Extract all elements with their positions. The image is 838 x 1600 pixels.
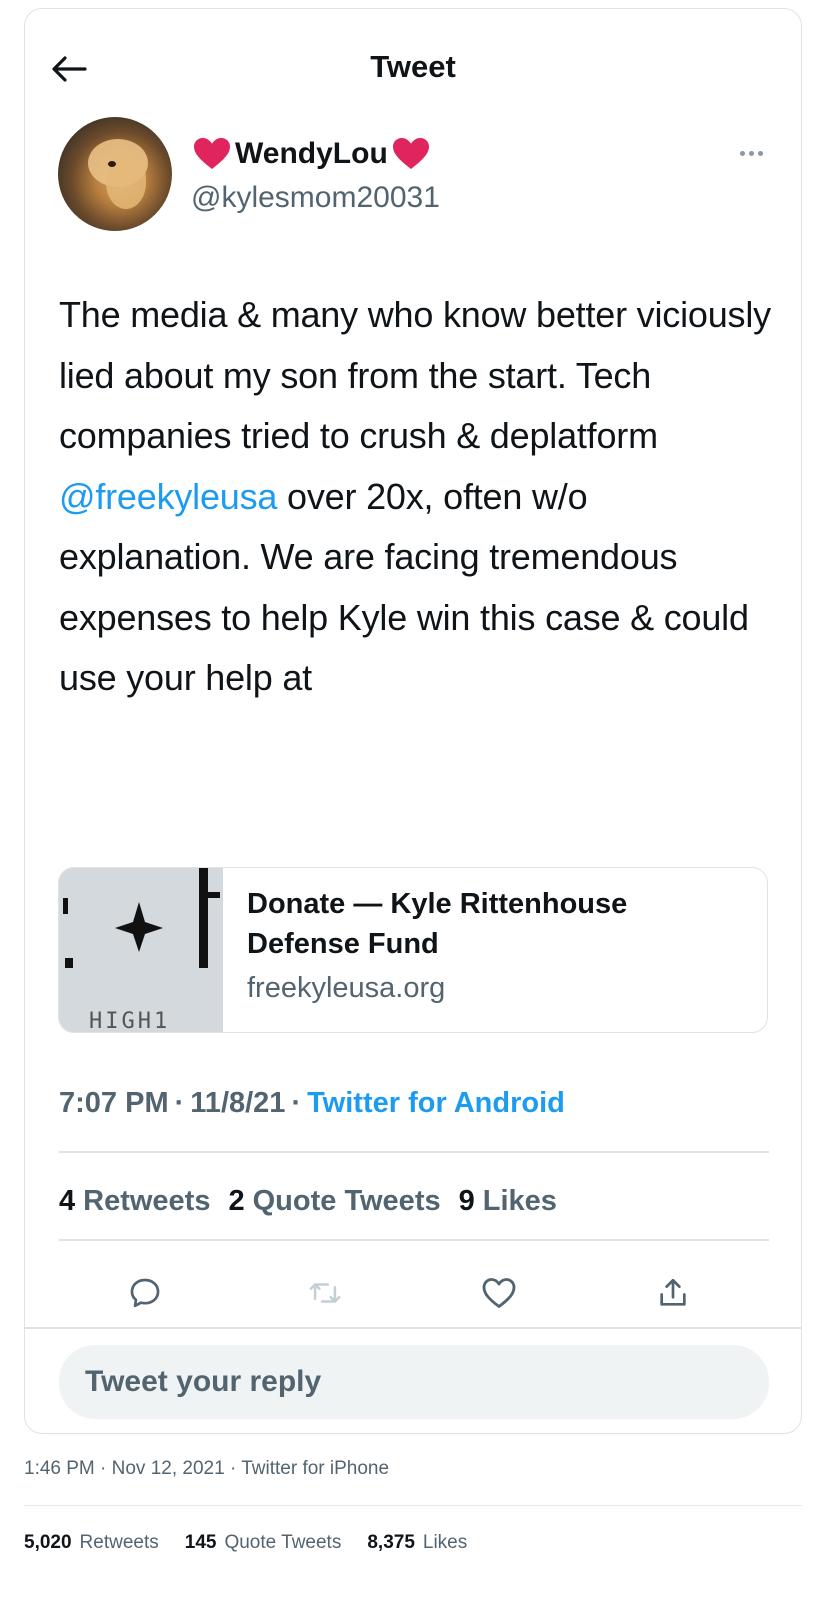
outer-retweets-count: 5,020 — [24, 1532, 72, 1553]
thumbnail-graphic: HIGH1 — [59, 868, 223, 1033]
reply-input[interactable]: Tweet your reply — [59, 1345, 769, 1419]
avatar-dog-eye — [108, 161, 116, 167]
divider — [59, 1151, 769, 1153]
outer-quote-tweets-stat[interactable]: 145 Quote Tweets — [185, 1532, 342, 1554]
like-icon — [482, 1278, 516, 1308]
like-button[interactable] — [475, 1269, 523, 1317]
author-name-row[interactable]: WendyLou — [193, 137, 430, 171]
engagement-stats: 4 Retweets 2 Quote Tweets 9 Likes — [59, 1185, 557, 1218]
avatar[interactable] — [58, 117, 172, 231]
thumbnail-text: HIGH1 — [89, 1009, 170, 1033]
divider — [59, 1239, 769, 1241]
tweet-header: Tweet — [25, 9, 801, 113]
share-icon — [660, 1278, 686, 1306]
more-dots-icon-dot — [757, 150, 763, 156]
red-heart-icon — [194, 138, 230, 169]
reply-icon — [130, 1278, 160, 1308]
more-dots-icon-dot — [748, 150, 754, 156]
likes-label: Likes — [482, 1185, 557, 1217]
outer-divider — [24, 1505, 802, 1506]
link-title: Donate — Kyle Rittenhouse Defense Fund — [247, 888, 628, 960]
tweet-text: The media & many who know better vicious… — [59, 285, 779, 709]
outer-retweets-label: Retweets — [79, 1532, 159, 1553]
link-text: Donate — Kyle Rittenhouse Defense Fund f… — [223, 868, 767, 1032]
quote-tweets-stat[interactable]: 2 Quote Tweets — [228, 1185, 440, 1218]
outer-quotes-label: Quote Tweets — [224, 1532, 342, 1553]
page-title: Tweet — [370, 49, 456, 84]
author-display-name: WendyLou — [235, 137, 388, 170]
outer-likes-stat[interactable]: 8,375 Likes — [367, 1532, 467, 1554]
reply-button[interactable] — [121, 1269, 169, 1317]
action-bar — [25, 1265, 801, 1321]
meta-separator: · — [174, 1087, 185, 1119]
outer-engagement-stats: 5,020 Retweets 145 Quote Tweets 8,375 Li… — [24, 1532, 467, 1554]
retweet-button[interactable] — [301, 1269, 349, 1317]
reply-divider — [25, 1327, 801, 1329]
retweets-count: 4 — [59, 1185, 76, 1217]
tweet-source-link[interactable]: Twitter for Android — [307, 1087, 565, 1120]
link-preview-card[interactable]: HIGH1 Donate — Kyle Rittenhouse Defense … — [58, 867, 768, 1033]
meta-separator: · — [291, 1087, 302, 1119]
retweets-stat[interactable]: 4 Retweets — [59, 1185, 210, 1218]
retweet-icon — [309, 1283, 341, 1303]
tweet-date[interactable]: 11/8/21 — [190, 1087, 285, 1120]
retweets-label: Retweets — [83, 1185, 211, 1217]
more-options-button[interactable] — [731, 143, 771, 163]
tweet-text-before: The media & many who know better vicious… — [59, 294, 771, 456]
outer-likes-count: 8,375 — [367, 1532, 415, 1553]
tweet-time[interactable]: 7:07 PM — [59, 1087, 169, 1120]
likes-count: 9 — [458, 1185, 475, 1217]
link-domain: freekyleusa.org — [247, 972, 446, 1004]
outer-tweet-meta: 1:46 PM · Nov 12, 2021 · Twitter for iPh… — [24, 1458, 390, 1479]
mention-link[interactable]: @freekyleusa — [59, 476, 277, 517]
tweet-card: Tweet WendyLou @kylesmom20031 The media … — [24, 8, 802, 1434]
more-dots-icon — [739, 150, 745, 156]
author-handle[interactable]: @kylesmom20031 — [191, 181, 440, 215]
quotes-label: Quote Tweets — [252, 1185, 441, 1217]
link-thumbnail: HIGH1 — [59, 868, 223, 1032]
outer-retweets-stat[interactable]: 5,020 Retweets — [24, 1532, 159, 1554]
outer-quotes-count: 145 — [184, 1532, 217, 1553]
red-heart-icon — [392, 138, 429, 169]
tweet-meta: 7:07 PM · 11/8/21 · Twitter for Android — [59, 1087, 565, 1120]
share-button[interactable] — [649, 1269, 697, 1317]
outer-likes-label: Likes — [422, 1532, 468, 1553]
likes-stat[interactable]: 9 Likes — [459, 1185, 557, 1218]
quotes-count: 2 — [228, 1185, 245, 1217]
